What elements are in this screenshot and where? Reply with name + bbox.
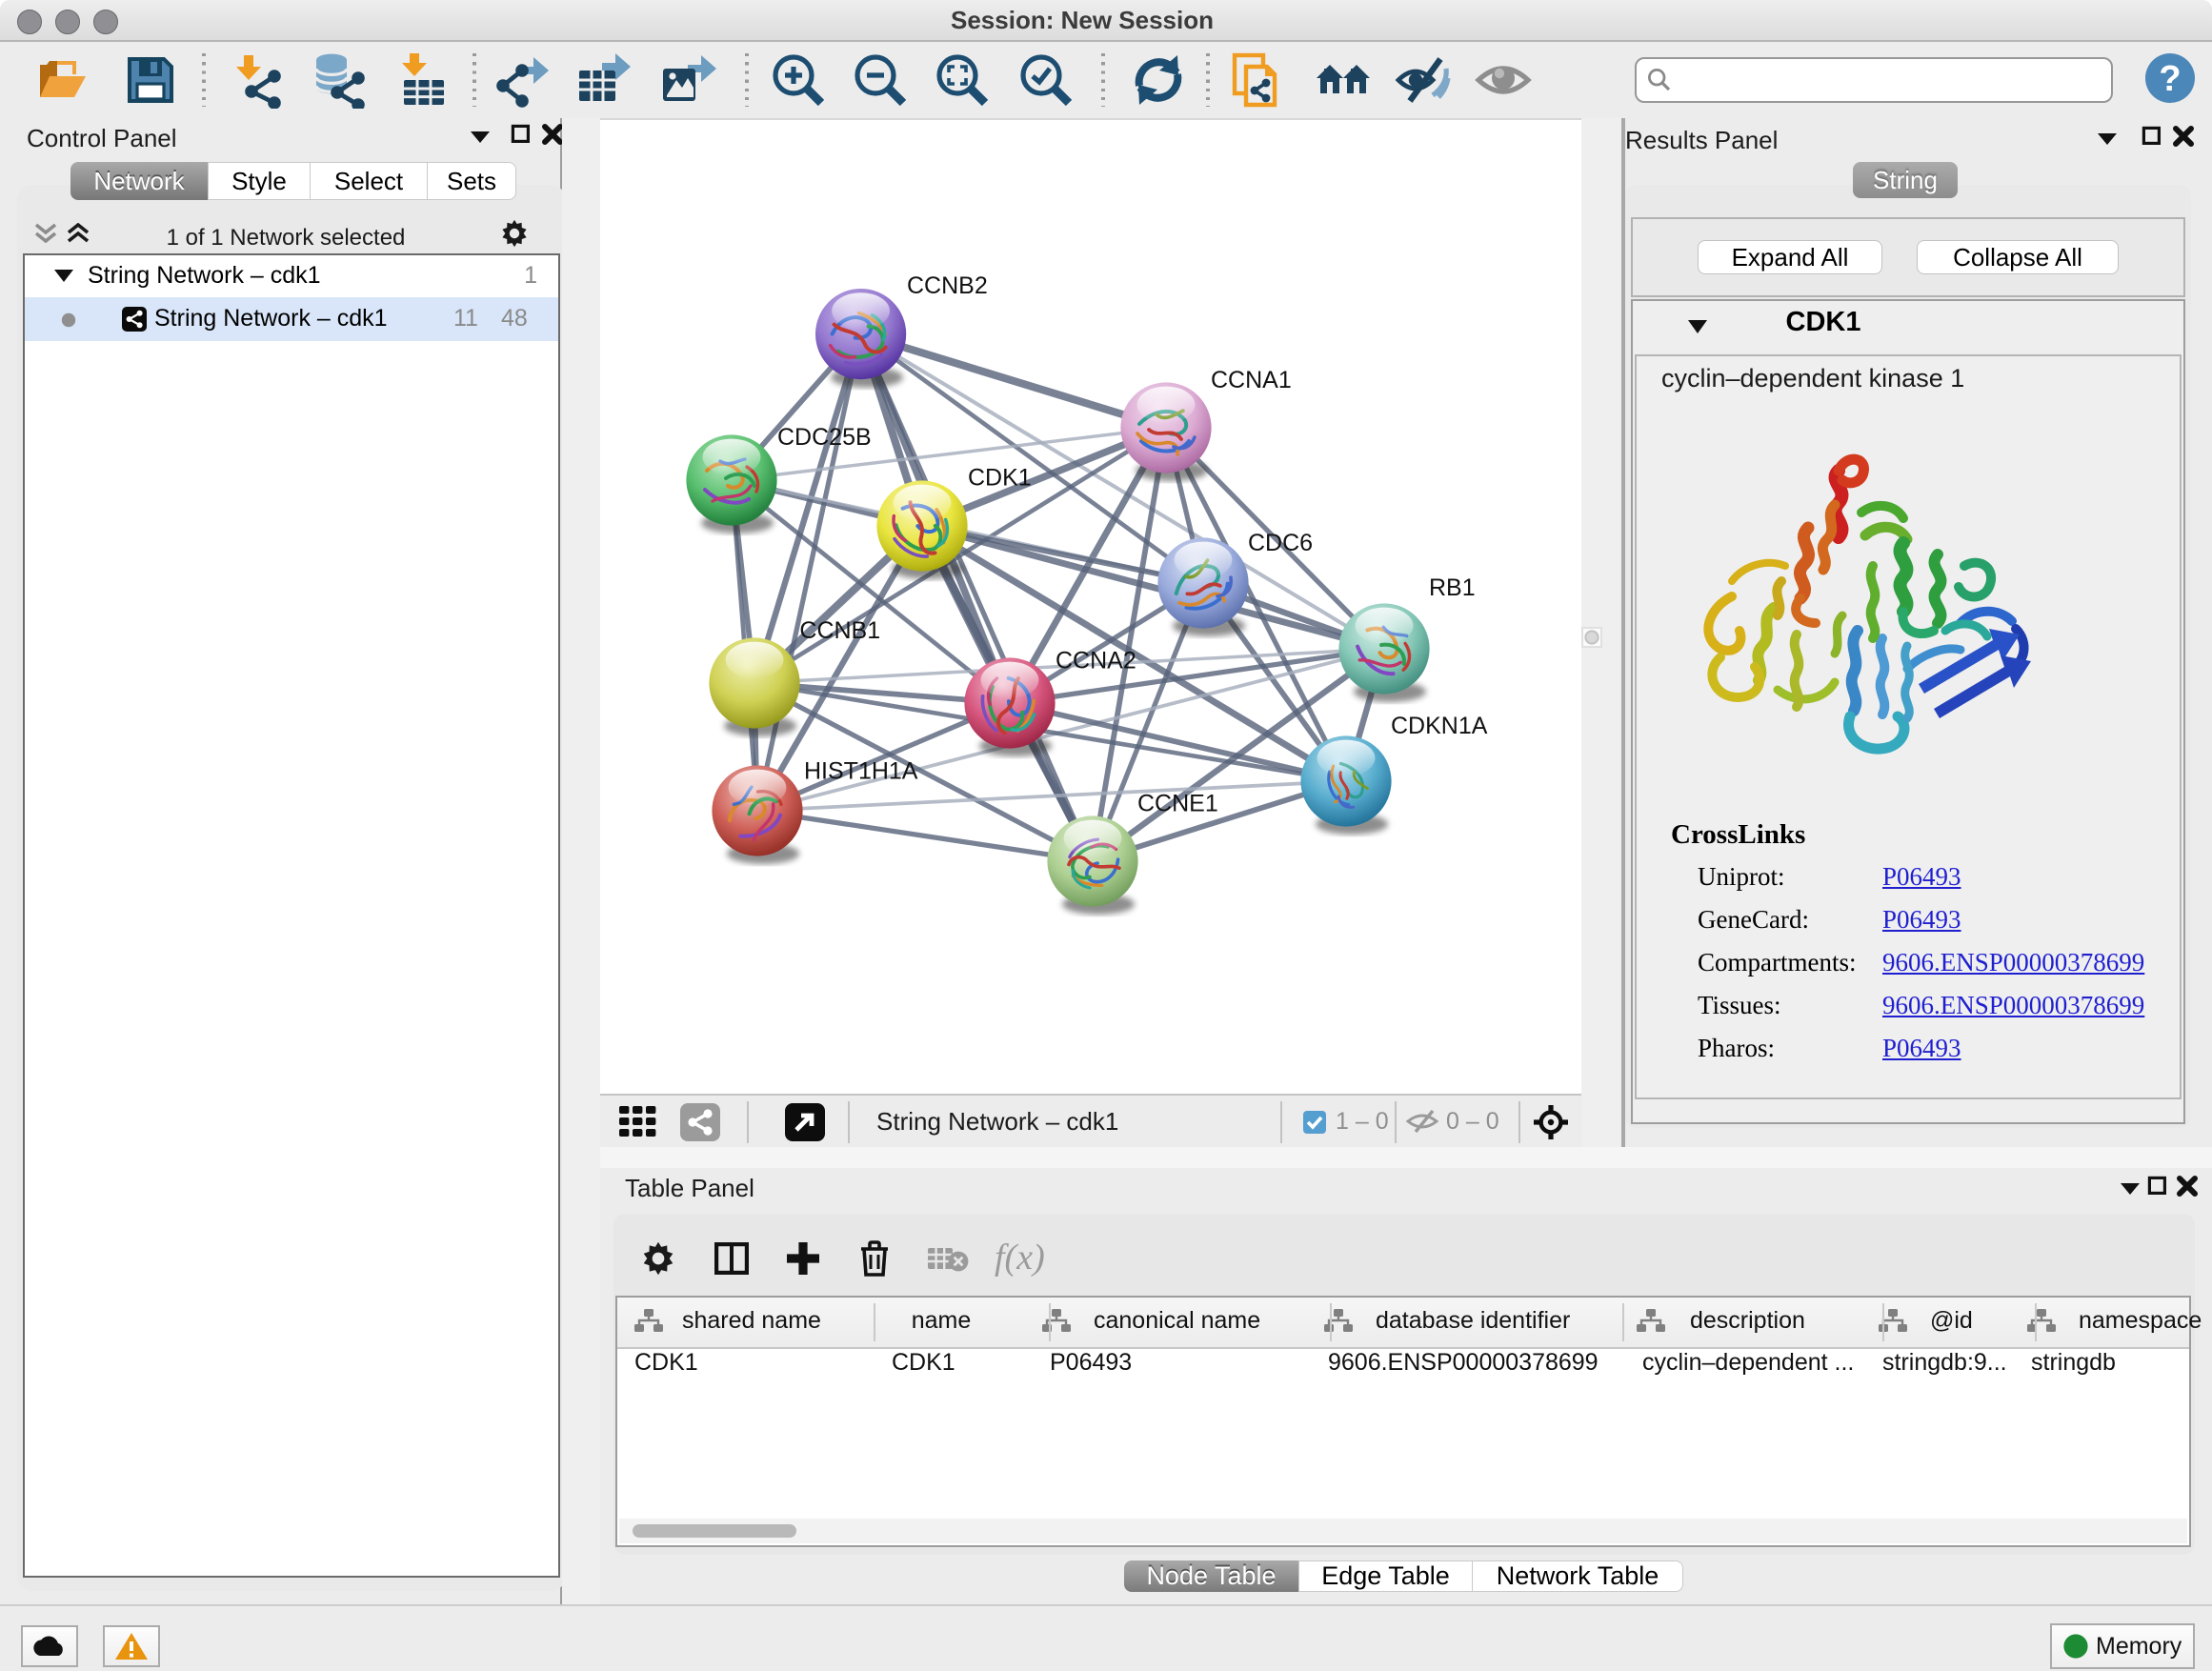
svg-text:CDK1: CDK1 <box>968 464 1032 491</box>
svg-text:CCNA2: CCNA2 <box>1056 647 1136 674</box>
svg-text:CCNA1: CCNA1 <box>1211 367 1292 393</box>
svg-text:CDC6: CDC6 <box>1248 530 1313 556</box>
svg-text:CCNB1: CCNB1 <box>799 617 880 644</box>
svg-text:CDKN1A: CDKN1A <box>1391 713 1488 739</box>
svg-text:CDC25B: CDC25B <box>777 424 872 451</box>
svg-text:CCNE1: CCNE1 <box>1137 791 1218 817</box>
svg-text:CCNB2: CCNB2 <box>907 272 988 299</box>
svg-text:HIST1H1A: HIST1H1A <box>804 757 918 784</box>
svg-text:?: ? <box>2159 59 2181 99</box>
svg-text:RB1: RB1 <box>1429 574 1476 601</box>
